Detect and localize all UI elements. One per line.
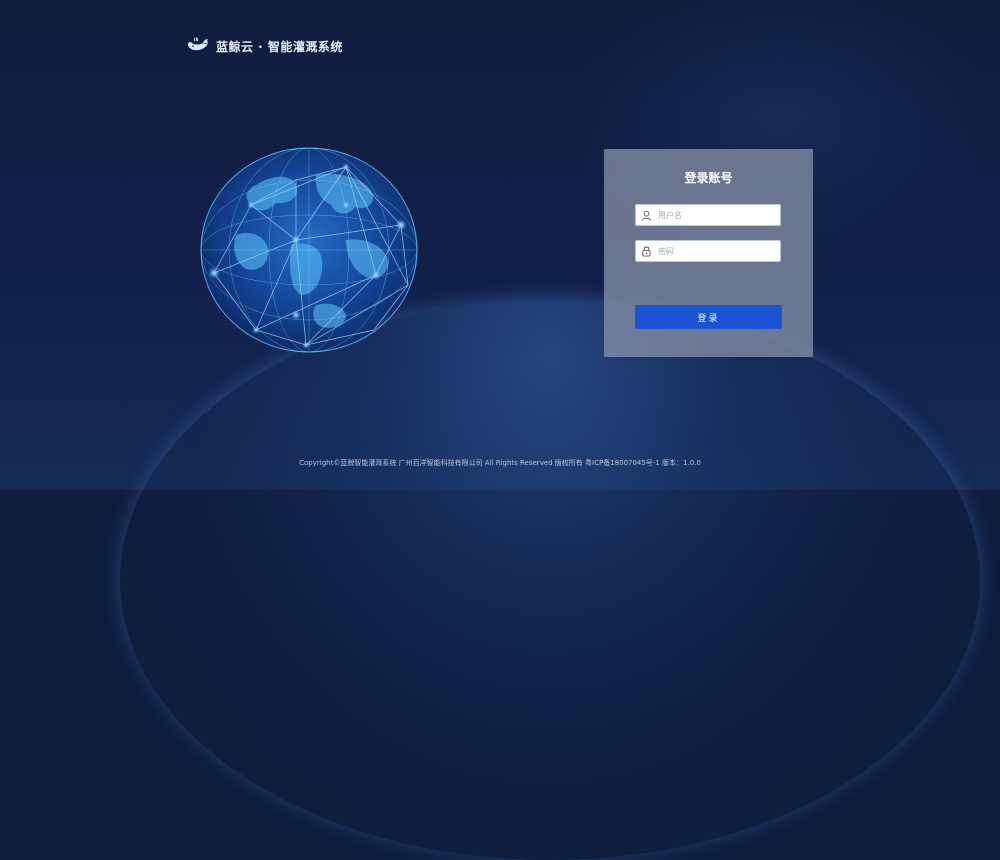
username-input[interactable] bbox=[656, 209, 770, 221]
brand-name: 蓝鲸云 · 智能灌溉系统 bbox=[216, 39, 343, 54]
user-icon bbox=[636, 210, 656, 221]
globe-illustration bbox=[196, 145, 422, 355]
password-field[interactable] bbox=[635, 240, 781, 262]
username-field[interactable] bbox=[635, 204, 781, 226]
login-card: 登录账号 登录 bbox=[604, 149, 813, 357]
login-button[interactable]: 登录 bbox=[635, 305, 782, 329]
lock-icon bbox=[636, 245, 656, 257]
login-title: 登录账号 bbox=[684, 171, 733, 185]
planet-horizon bbox=[120, 300, 980, 860]
footer-copyright: Copyright©蓝鲸智能灌溉系统 广州百洋智能科技有限公司 All Righ… bbox=[299, 459, 701, 467]
password-input[interactable] bbox=[656, 245, 770, 257]
brand-logo: 蓝鲸云 · 智能灌溉系统 bbox=[186, 36, 343, 56]
whale-icon bbox=[186, 36, 210, 56]
